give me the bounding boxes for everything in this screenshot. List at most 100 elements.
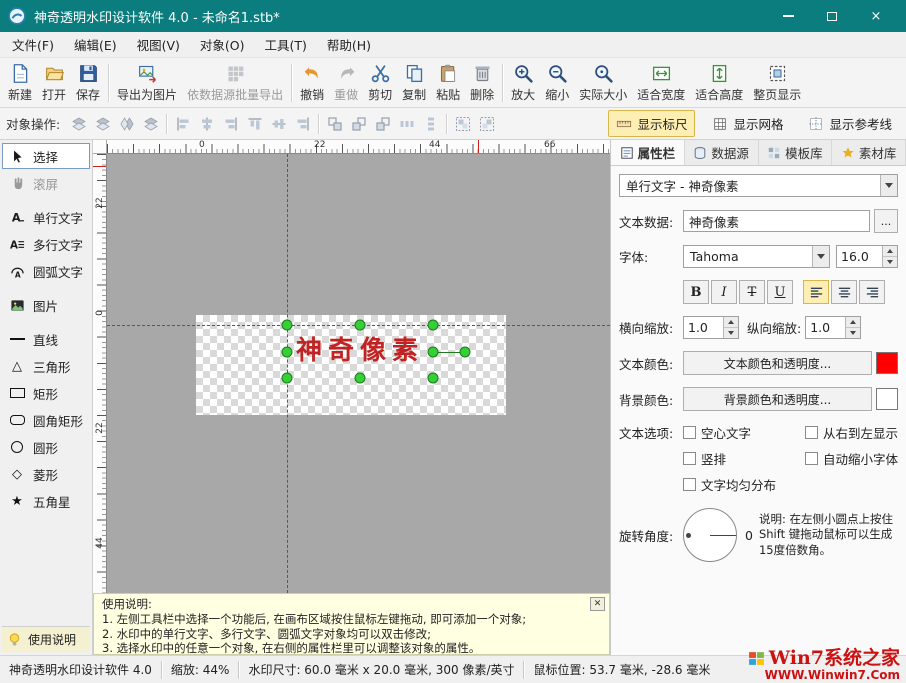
fit-height-button[interactable]: 适合高度 xyxy=(690,60,748,106)
bring-to-front-button[interactable] xyxy=(67,112,90,135)
rotation-dial[interactable] xyxy=(683,508,737,562)
spinner-arrows[interactable] xyxy=(882,246,897,267)
batch-export-button[interactable]: 依数据源批量导出 xyxy=(182,60,288,106)
align-text-center-button[interactable] xyxy=(831,280,857,304)
delete-button[interactable]: 删除 xyxy=(465,60,499,106)
menu-tools[interactable]: 工具(T) xyxy=(255,31,317,58)
font-size-spinner[interactable]: 16.0 xyxy=(836,245,898,268)
selection-handle-bottom-right[interactable] xyxy=(428,373,439,384)
zoom-out-button[interactable]: 缩小 xyxy=(540,60,574,106)
checkbox-auto-shrink-font[interactable]: 自动缩小字体 xyxy=(805,449,898,468)
save-button[interactable]: 保存 xyxy=(71,60,105,106)
align-middle-vertical-button[interactable] xyxy=(267,112,290,135)
menu-edit[interactable]: 编辑(E) xyxy=(64,31,127,58)
selection-handle-top-left[interactable] xyxy=(282,320,293,331)
usage-help-button[interactable]: 使用说明 xyxy=(2,626,90,652)
tool-triangle[interactable]: △三角形 xyxy=(2,353,90,379)
align-center-horizontal-button[interactable] xyxy=(195,112,218,135)
selection-handle-middle-left[interactable] xyxy=(282,347,293,358)
send-to-back-button[interactable] xyxy=(91,112,114,135)
fit-page-button[interactable]: 整页显示 xyxy=(748,60,806,106)
checkbox-right-to-left[interactable]: 从右到左显示 xyxy=(805,423,898,442)
menu-object[interactable]: 对象(O) xyxy=(190,31,255,58)
tool-line[interactable]: 直线 xyxy=(2,326,90,352)
menu-view[interactable]: 视图(V) xyxy=(127,31,190,58)
menu-file[interactable]: 文件(F) xyxy=(2,31,64,58)
tool-arc-text[interactable]: 圆弧文字 xyxy=(2,258,90,284)
move-up-layer-button[interactable] xyxy=(115,112,138,135)
export-image-button[interactable]: 导出为图片 xyxy=(112,60,182,106)
close-help-button[interactable]: ✕ xyxy=(590,597,605,611)
checkbox-vertical-text[interactable]: 竖排 xyxy=(683,449,801,468)
close-button[interactable]: × xyxy=(854,0,898,32)
canvas-viewport[interactable]: 神奇像素 xyxy=(107,154,610,593)
text-data-input[interactable]: 神奇像素 xyxy=(683,210,870,232)
text-color-button[interactable]: 文本颜色和透明度... xyxy=(683,351,872,375)
tool-pan[interactable]: 滚屏 xyxy=(2,170,90,196)
italic-button[interactable]: I xyxy=(711,280,737,304)
cut-button[interactable]: 剪切 xyxy=(363,60,397,106)
tool-diamond[interactable]: ◇菱形 xyxy=(2,461,90,487)
selection-handle-bottom-center[interactable] xyxy=(355,373,366,384)
spinner-arrows[interactable] xyxy=(845,317,860,338)
text-color-swat​ch[interactable] xyxy=(876,352,898,374)
tab-template-library[interactable]: 模板库 xyxy=(759,140,833,165)
tab-material-library[interactable]: 素材库 xyxy=(832,140,906,165)
selection-handle-top-right[interactable] xyxy=(428,320,439,331)
underline-button[interactable]: U xyxy=(767,280,793,304)
ungroup-button[interactable] xyxy=(475,112,498,135)
selection-handle-bottom-left[interactable] xyxy=(282,373,293,384)
tool-multi-line-text[interactable]: 多行文字 xyxy=(2,231,90,257)
align-text-left-button[interactable] xyxy=(803,280,829,304)
distribute-horizontal-button[interactable] xyxy=(395,112,418,135)
open-button[interactable]: 打开 xyxy=(37,60,71,106)
tool-rounded-rectangle[interactable]: 圆角矩形 xyxy=(2,407,90,433)
paste-button[interactable]: 粘贴 xyxy=(431,60,465,106)
tool-image[interactable]: 图片 xyxy=(2,292,90,318)
move-down-layer-button[interactable] xyxy=(139,112,162,135)
redo-button[interactable]: 重做 xyxy=(329,60,363,106)
align-left-button[interactable] xyxy=(171,112,194,135)
fit-width-button[interactable]: 适合宽度 xyxy=(632,60,690,106)
menu-help[interactable]: 帮助(H) xyxy=(317,31,381,58)
bg-color-swatch[interactable] xyxy=(876,388,898,410)
show-ruler-button[interactable]: 显示标尺 xyxy=(608,110,695,137)
align-right-button[interactable] xyxy=(219,112,242,135)
bg-color-button[interactable]: 背景颜色和透明度... xyxy=(683,387,872,411)
font-family-dropdown[interactable]: Tahoma xyxy=(683,245,830,268)
object-selector-dropdown[interactable]: 单行文字 - 神奇像素 xyxy=(619,174,898,197)
minimize-button[interactable] xyxy=(766,0,810,32)
rotation-handle[interactable] xyxy=(460,347,471,358)
zoom-in-button[interactable]: 放大 xyxy=(506,60,540,106)
watermark-text-object[interactable]: 神奇像素 xyxy=(287,325,433,378)
h-scale-spinner[interactable]: 1.0 xyxy=(683,316,739,339)
tool-select[interactable]: 选择 xyxy=(2,143,90,169)
group-button[interactable] xyxy=(451,112,474,135)
align-top-button[interactable] xyxy=(243,112,266,135)
browse-button[interactable]: ... xyxy=(874,209,898,233)
rotation-dial-dot[interactable] xyxy=(686,533,691,538)
tool-star[interactable]: ★五角星 xyxy=(2,488,90,514)
v-scale-spinner[interactable]: 1.0 xyxy=(805,316,861,339)
undo-button[interactable]: 撤销 xyxy=(295,60,329,106)
checkbox-even-distribution[interactable]: 文字均匀分布 xyxy=(683,475,801,494)
maximize-button[interactable] xyxy=(810,0,854,32)
distribute-vertical-button[interactable] xyxy=(419,112,442,135)
show-guides-button[interactable]: 显示参考线 xyxy=(800,110,900,137)
selection-handle-top-center[interactable] xyxy=(355,320,366,331)
new-button[interactable]: 新建 xyxy=(3,60,37,106)
checkbox-hollow-text[interactable]: 空心文字 xyxy=(683,423,801,442)
selection-handle-middle-right[interactable] xyxy=(428,347,439,358)
tab-properties[interactable]: 属性栏 xyxy=(611,140,685,165)
same-width-button[interactable] xyxy=(323,112,346,135)
align-bottom-button[interactable] xyxy=(291,112,314,135)
actual-size-button[interactable]: 实际大小 xyxy=(574,60,632,106)
tool-circle[interactable]: 圆形 xyxy=(2,434,90,460)
bold-button[interactable]: B xyxy=(683,280,709,304)
align-text-right-button[interactable] xyxy=(859,280,885,304)
show-grid-button[interactable]: 显示网格 xyxy=(704,110,791,137)
tool-single-line-text[interactable]: 单行文字 xyxy=(2,204,90,230)
tool-rectangle[interactable]: 矩形 xyxy=(2,380,90,406)
same-size-button[interactable] xyxy=(371,112,394,135)
strikethrough-button[interactable]: T xyxy=(739,280,765,304)
